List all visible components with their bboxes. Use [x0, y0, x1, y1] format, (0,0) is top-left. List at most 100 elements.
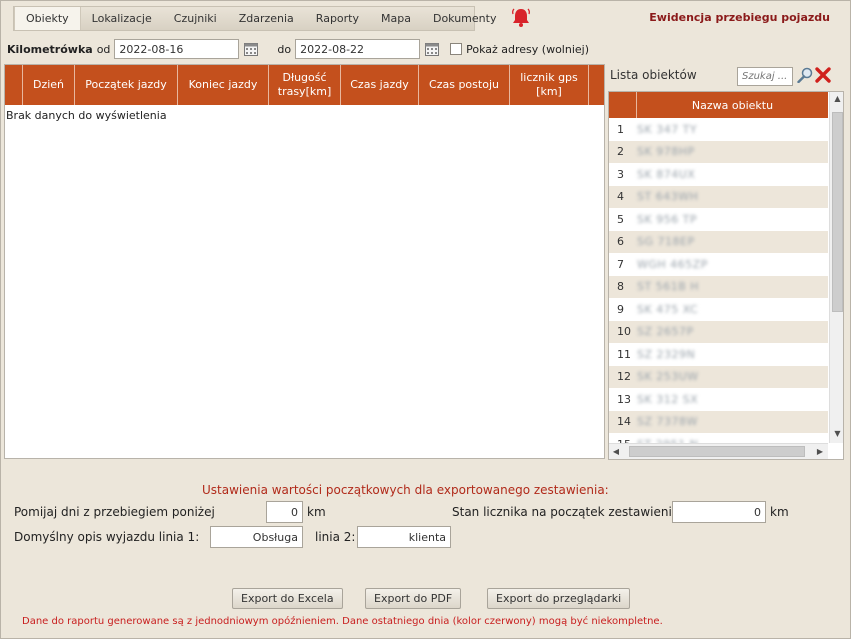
menu-czujniki[interactable]: Czujniki [163, 7, 228, 30]
from-label: od [96, 42, 111, 56]
object-row-number: 8 [617, 280, 624, 294]
object-row[interactable]: 13 SK 312 SX [609, 388, 828, 411]
show-addresses-label: Pokaż adresy (wolniej) [466, 42, 590, 56]
date-from-input[interactable] [114, 39, 240, 59]
object-search-input[interactable] [737, 67, 793, 86]
bell-icon[interactable] [510, 6, 532, 28]
scroll-down-arrow[interactable]: ▼ [830, 427, 843, 441]
object-row[interactable]: 7 WGH 465ZP [609, 253, 828, 276]
object-row[interactable]: 3 SK 874UX [609, 163, 828, 186]
object-row[interactable]: 6 SG 718EP [609, 230, 828, 253]
menu-dokumenty[interactable]: Dokumenty [422, 7, 507, 30]
column-header-day[interactable]: Dzień [23, 65, 75, 105]
menu-raporty[interactable]: Raporty [305, 7, 370, 30]
column-header-number [609, 92, 637, 118]
object-row[interactable]: 12 SK 253UW [609, 365, 828, 388]
page-title: Ewidencja przebiegu pojazdu [649, 11, 830, 24]
menu-zdarzenia[interactable]: Zdarzenia [228, 7, 305, 30]
object-row-number: 5 [617, 212, 624, 226]
km-unit: km [307, 505, 326, 519]
odometer-label: Stan licznika na początek zestawienia [452, 505, 680, 519]
menu-obiekty[interactable]: Obiekty [14, 7, 81, 30]
export-excel-button[interactable]: Export do Excela [232, 588, 343, 609]
object-list-header: Nazwa obiektu [609, 92, 828, 118]
object-row[interactable]: 9 SK 475 XC [609, 298, 828, 321]
object-row-name: SZ 2657P [637, 325, 694, 339]
odometer-input[interactable] [672, 501, 766, 523]
km-unit: km [770, 505, 789, 519]
mileage-table: Dzień Początek jazdy Koniec jazdy Długoś… [4, 64, 605, 459]
object-row[interactable]: 10 SZ 2657P [609, 320, 828, 343]
object-row-name: SK 475 XC [637, 302, 699, 316]
menu-mapa[interactable]: Mapa [370, 7, 422, 30]
object-row-name: SZ 2329N [637, 347, 696, 361]
object-row-name: SK 956 TP [637, 212, 698, 226]
object-row[interactable]: 14 SZ 7378W [609, 410, 828, 433]
object-row-name: ST 561B H [637, 280, 700, 294]
column-header-object-name[interactable]: Nazwa obiektu [637, 92, 828, 118]
table-header: Dzień Początek jazdy Koniec jazdy Długoś… [5, 65, 604, 105]
object-row-number: 9 [617, 302, 624, 316]
scroll-up-arrow[interactable]: ▲ [830, 92, 843, 106]
scroll-left-arrow[interactable]: ◀ [609, 444, 623, 459]
column-header-drive-time[interactable]: Czas jazdy [341, 65, 419, 105]
object-row-name: SK 253UW [637, 370, 699, 384]
object-row-number: 6 [617, 235, 624, 249]
object-row[interactable]: 11 SZ 2329N [609, 343, 828, 366]
to-label: do [277, 42, 292, 56]
column-header-end[interactable]: Koniec jazdy [178, 65, 269, 105]
report-name-label: Kilometrówka [7, 42, 93, 56]
column-header-stop-time[interactable]: Czas postoju [419, 65, 510, 105]
vertical-scrollbar[interactable]: ▲ ▼ [829, 92, 843, 443]
main-menu: Obiekty Lokalizacje Czujniki Zdarzenia R… [13, 6, 496, 31]
object-list: Nazwa obiektu 1 SK 347 TY 2 SK 978HP 3 SK 874… [608, 91, 844, 460]
object-row[interactable]: 5 SK 956 TP [609, 208, 828, 231]
calendar-icon[interactable] [244, 42, 259, 56]
object-row[interactable]: 15ST 2951 N [609, 433, 828, 443]
scrollbar-thumb[interactable] [629, 446, 805, 457]
export-browser-button[interactable]: Export do przeglądarki [487, 588, 631, 609]
object-row-number: 13 [617, 392, 631, 406]
empty-message: Brak danych do wyświetlenia [6, 109, 167, 122]
object-row-name: SK 347 TY [637, 122, 698, 136]
object-row-name: ST 643WH [637, 190, 699, 204]
column-header-distance[interactable]: Długość trasy[km] [269, 65, 341, 105]
description-line2-input[interactable] [357, 526, 451, 548]
calendar-icon[interactable] [425, 42, 440, 56]
menu-lokalizacje[interactable]: Lokalizacje [81, 7, 163, 30]
skip-days-label: Pomijaj dni z przebiegiem poniżej [14, 505, 215, 519]
trip-description-label: Domyślny opis wyjazdu linia 1: [14, 530, 200, 544]
object-row[interactable]: 8 ST 561B H [609, 275, 828, 298]
object-row[interactable]: 1 SK 347 TY [609, 118, 828, 141]
object-row[interactable]: 2 SK 978HP [609, 140, 828, 163]
export-pdf-button[interactable]: Export do PDF [365, 588, 462, 609]
object-row-name: SK 874UX [637, 167, 696, 181]
object-row-number: 1 [617, 122, 624, 136]
object-row-number: 3 [617, 167, 624, 181]
column-header-gps-counter[interactable]: licznik gps [km] [510, 65, 589, 105]
object-row-name: SG 718EP [637, 235, 695, 249]
date-to-input[interactable] [295, 39, 421, 59]
description-line1-input[interactable] [210, 526, 303, 548]
object-row-number: 11 [617, 347, 631, 361]
object-row-name: SK 978HP [637, 145, 695, 159]
object-row-number: 14 [617, 415, 631, 429]
object-row-number: 2 [617, 145, 624, 159]
show-addresses-checkbox[interactable] [450, 43, 463, 55]
object-rows: 1 SK 347 TY 2 SK 978HP 3 SK 874UX 4 ST 643WH 5 SK… [609, 118, 828, 443]
object-row-number: 10 [617, 325, 631, 339]
scroll-right-arrow[interactable]: ▶ [813, 444, 827, 459]
object-row-number: 7 [617, 257, 624, 271]
clear-search-icon[interactable] [814, 66, 832, 84]
scrollbar-thumb[interactable] [832, 112, 843, 312]
object-row-number: 12 [617, 370, 631, 384]
object-row-name: SZ 7378W [637, 415, 698, 429]
skip-days-input[interactable] [266, 501, 303, 523]
object-row[interactable]: 4 ST 643WH [609, 185, 828, 208]
line2-label: linia 2: [315, 530, 356, 544]
horizontal-scrollbar[interactable]: ◀ ▶ [609, 443, 828, 459]
export-settings-title: Ustawienia wartości początkowych dla exp… [202, 483, 609, 497]
search-icon[interactable] [797, 67, 813, 83]
column-header-start[interactable]: Początek jazdy [75, 65, 178, 105]
date-filter: Kilometrówka od do Pokaż adresy (wolniej… [7, 38, 589, 60]
